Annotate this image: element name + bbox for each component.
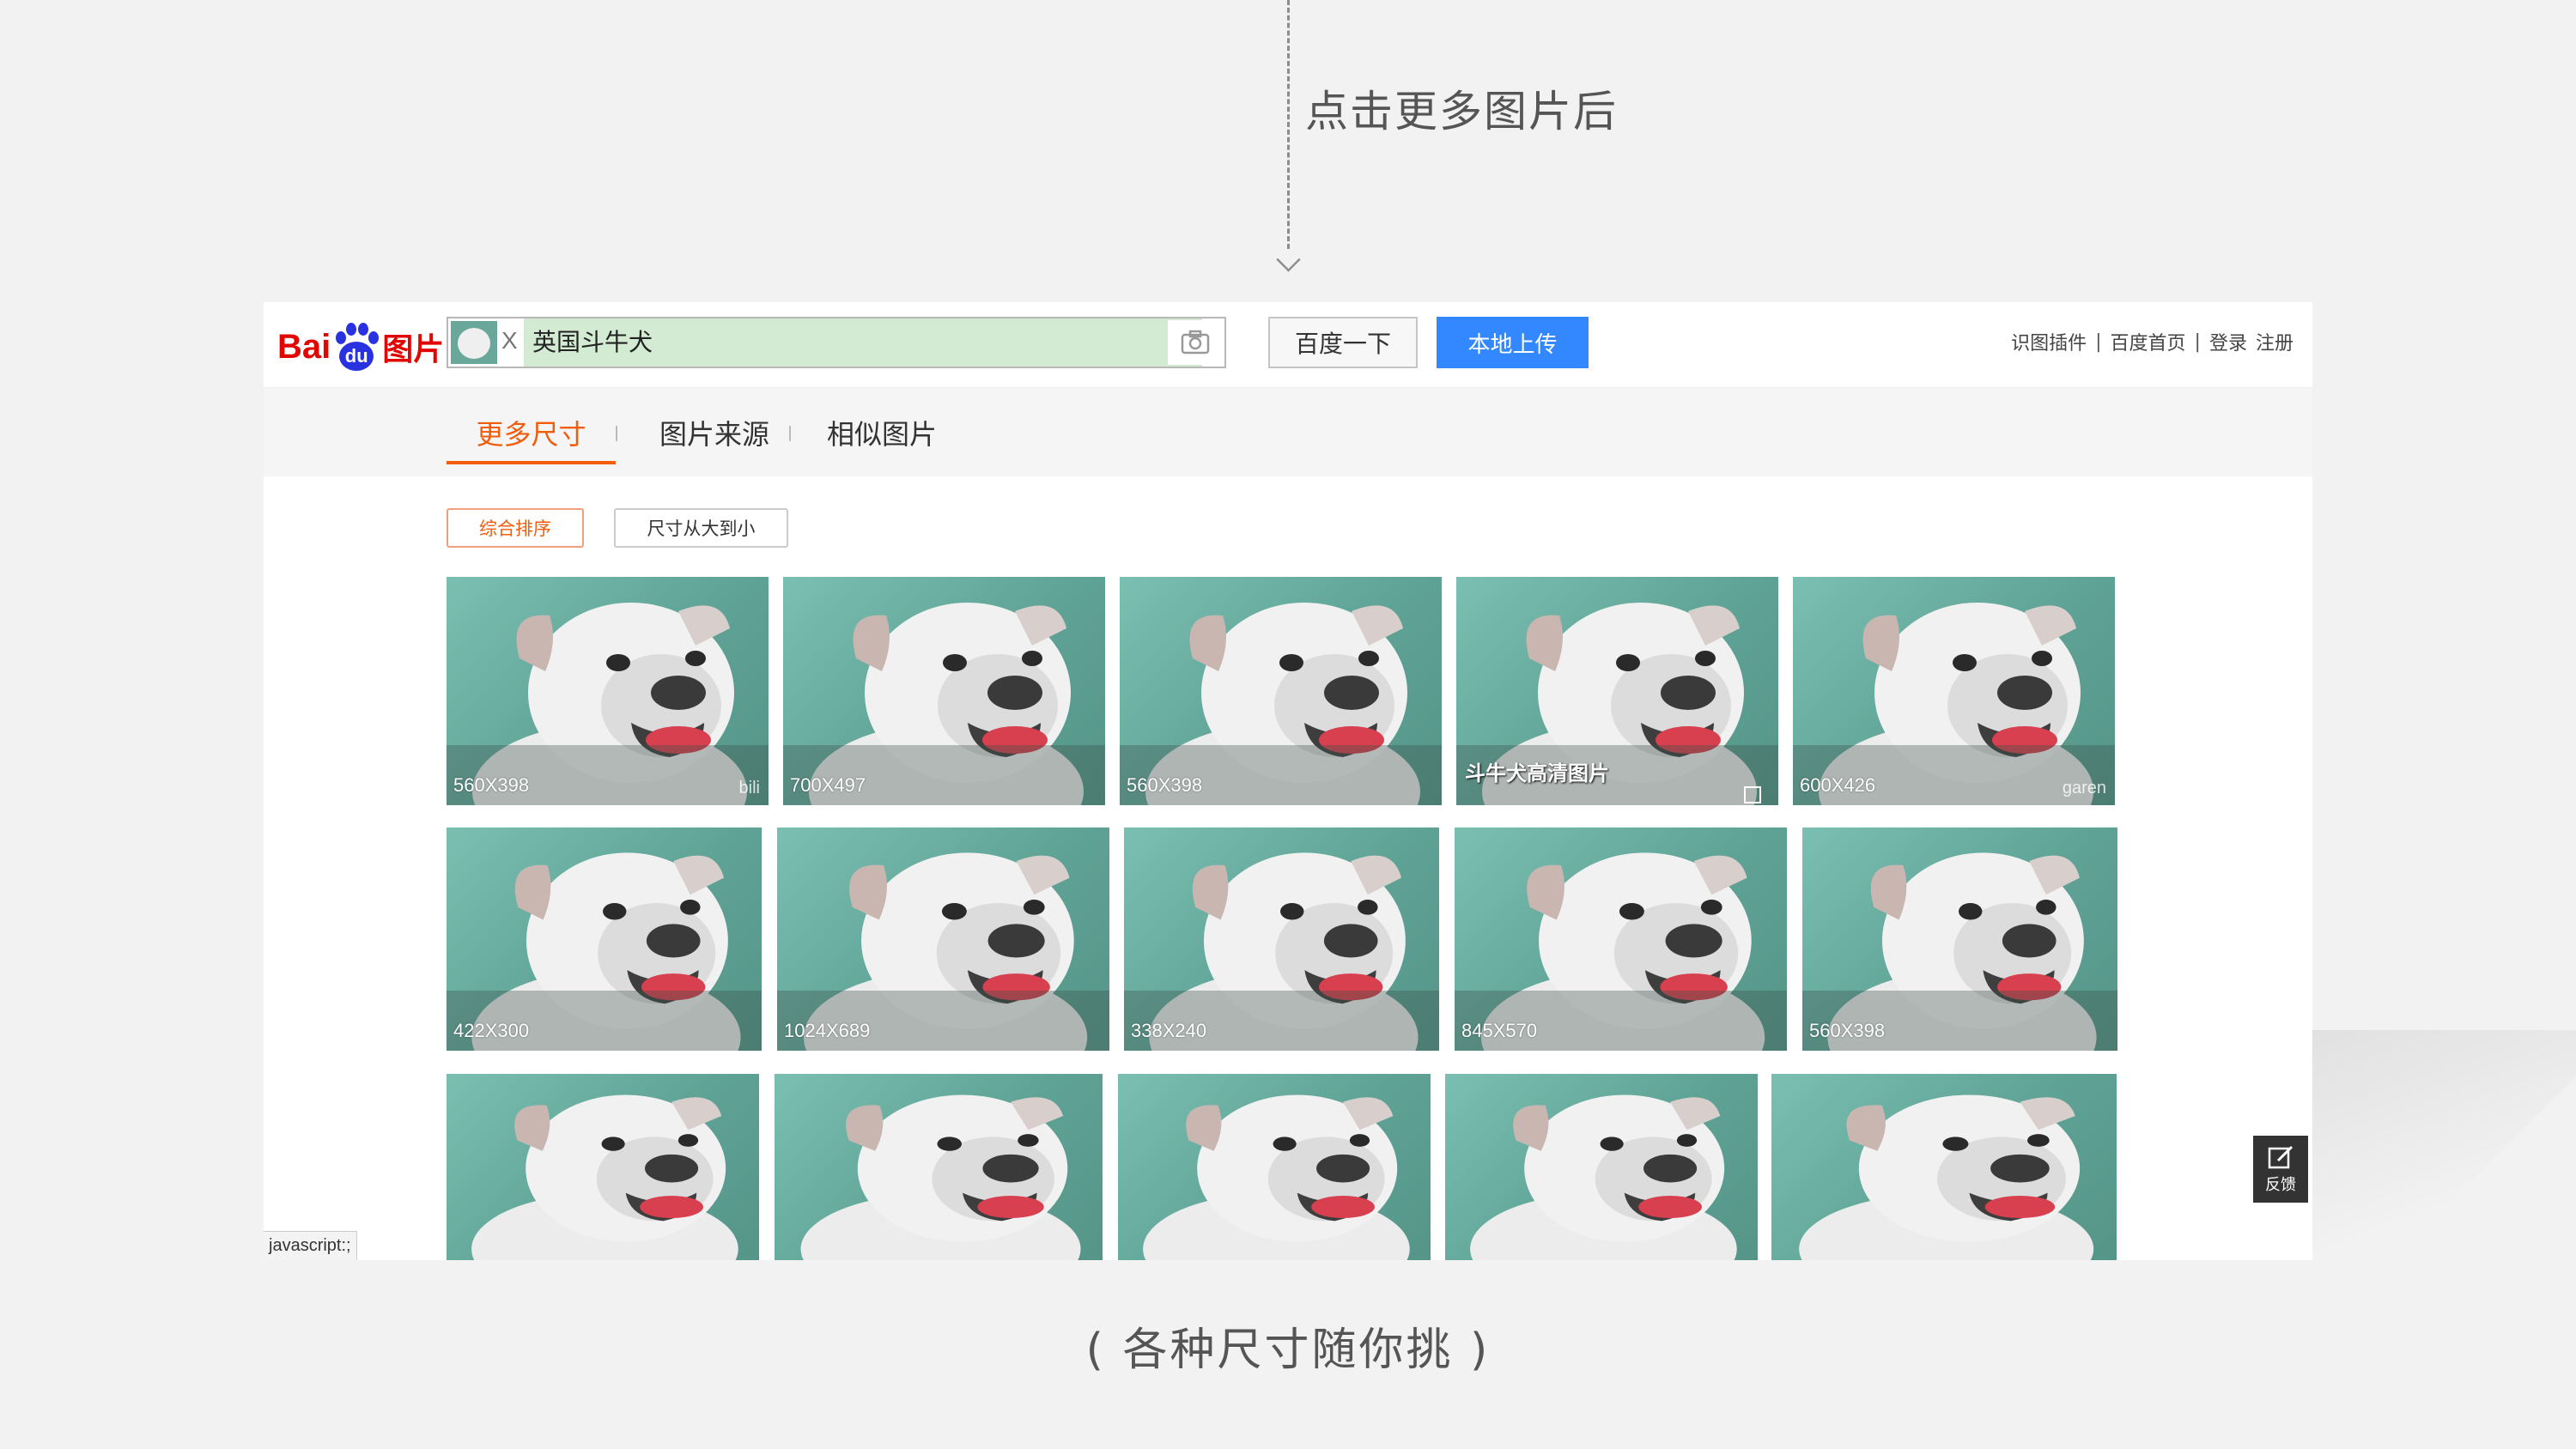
annotation-arrow-line xyxy=(1287,0,1290,249)
image-result[interactable]: 845X570 xyxy=(1455,828,1787,1051)
sort-default-button[interactable]: 综合排序 xyxy=(447,508,584,548)
search-input[interactable]: 英国斗牛犬 xyxy=(524,318,1202,367)
image-size-label: 338X240 xyxy=(1131,1020,1207,1041)
logo-du: du xyxy=(339,342,374,371)
bulldog-image xyxy=(471,1094,738,1260)
bulldog-image xyxy=(1799,1094,2094,1260)
bulldog-image xyxy=(1470,1094,1737,1260)
image-overlay-text: 斗牛犬高清图片 xyxy=(1465,761,1609,785)
link-login[interactable]: 登录 xyxy=(2209,328,2247,355)
image-result[interactable]: 560X398 xyxy=(1120,577,1442,805)
annotation-arrow-head xyxy=(1276,247,1301,272)
link-register[interactable]: 注册 xyxy=(2256,328,2293,355)
camera-icon[interactable] xyxy=(1168,320,1223,365)
query-image-thumbnail xyxy=(451,321,497,364)
decorative-shadow xyxy=(2310,1030,2576,1262)
image-result[interactable]: 1024X689 xyxy=(777,828,1109,1051)
annotation-top-caption: 点击更多图片后 xyxy=(1305,87,1618,136)
image-result[interactable] xyxy=(1118,1074,1431,1260)
edit-icon xyxy=(2268,1145,2293,1169)
feedback-button[interactable]: 反馈 xyxy=(2253,1136,2308,1203)
upload-button[interactable]: 本地上传 xyxy=(1437,317,1589,368)
image-result[interactable] xyxy=(775,1074,1103,1260)
paw-icon: du xyxy=(332,323,380,371)
image-size-label: 560X398 xyxy=(1809,1020,1886,1041)
image-size-label: 845X570 xyxy=(1461,1020,1538,1041)
bulldog-image xyxy=(1143,1094,1410,1260)
image-result[interactable]: 560X398 xyxy=(1802,828,2117,1051)
tab-image-source[interactable]: 图片来源 xyxy=(641,388,787,476)
image-size-label: 1024X689 xyxy=(784,1020,871,1041)
image-result[interactable]: 700X497 xyxy=(783,577,1105,805)
image-result[interactable]: 422X300 xyxy=(447,828,762,1051)
header-bar: Bai du 图片 X 英国斗牛犬 百度一下 本地上传 识图插件 | 百度首页 … xyxy=(264,302,2312,388)
image-size-label: 700X497 xyxy=(790,774,866,796)
search-box: X 英国斗牛犬 xyxy=(447,317,1226,368)
sort-size-button[interactable]: 尺寸从大到小 xyxy=(614,508,788,548)
qr-icon xyxy=(1744,786,1761,803)
remove-image-button[interactable]: X xyxy=(501,327,518,355)
image-size-label: 422X300 xyxy=(453,1020,530,1041)
annotation-bottom-caption: ( 各种尺寸随你挑 ) xyxy=(1085,1325,1491,1376)
image-result[interactable]: 338X240 xyxy=(1124,828,1439,1051)
image-size-label: 560X398 xyxy=(1127,774,1203,796)
image-result[interactable] xyxy=(1771,1074,2117,1260)
browser-window: Bai du 图片 X 英国斗牛犬 百度一下 本地上传 识图插件 | 百度首页 … xyxy=(264,302,2312,1260)
tab-similar-images[interactable]: 相似图片 xyxy=(813,388,951,476)
image-result[interactable] xyxy=(447,1074,759,1260)
logo-bai: Bai xyxy=(277,327,331,366)
image-result[interactable]: 560X398 bili xyxy=(447,577,769,805)
watermark: garen xyxy=(2062,779,2106,797)
top-links: 识图插件 | 百度首页 | 登录 注册 xyxy=(2011,328,2293,355)
baidu-image-logo[interactable]: Bai du 图片 xyxy=(277,319,444,374)
image-size-label: 560X398 xyxy=(453,774,530,796)
tab-bar: 更多尺寸 图片来源 相似图片 xyxy=(264,388,2312,476)
image-result[interactable]: 斗牛犬高清图片 xyxy=(1456,577,1778,805)
status-bar-hint: javascript:; xyxy=(264,1231,357,1260)
image-result[interactable] xyxy=(1445,1074,1758,1260)
watermark: bili xyxy=(738,779,760,797)
link-home[interactable]: 百度首页 xyxy=(2111,328,2186,355)
search-button[interactable]: 百度一下 xyxy=(1268,317,1418,368)
link-plugin[interactable]: 识图插件 xyxy=(2011,328,2087,355)
image-size-label: 600X426 xyxy=(1800,774,1876,796)
feedback-label: 反馈 xyxy=(2265,1176,2296,1194)
tab-more-sizes[interactable]: 更多尺寸 xyxy=(447,388,616,476)
bulldog-image xyxy=(800,1094,1081,1260)
logo-pic: 图片 xyxy=(382,332,445,367)
image-result[interactable]: 600X426 garen xyxy=(1793,577,2115,805)
